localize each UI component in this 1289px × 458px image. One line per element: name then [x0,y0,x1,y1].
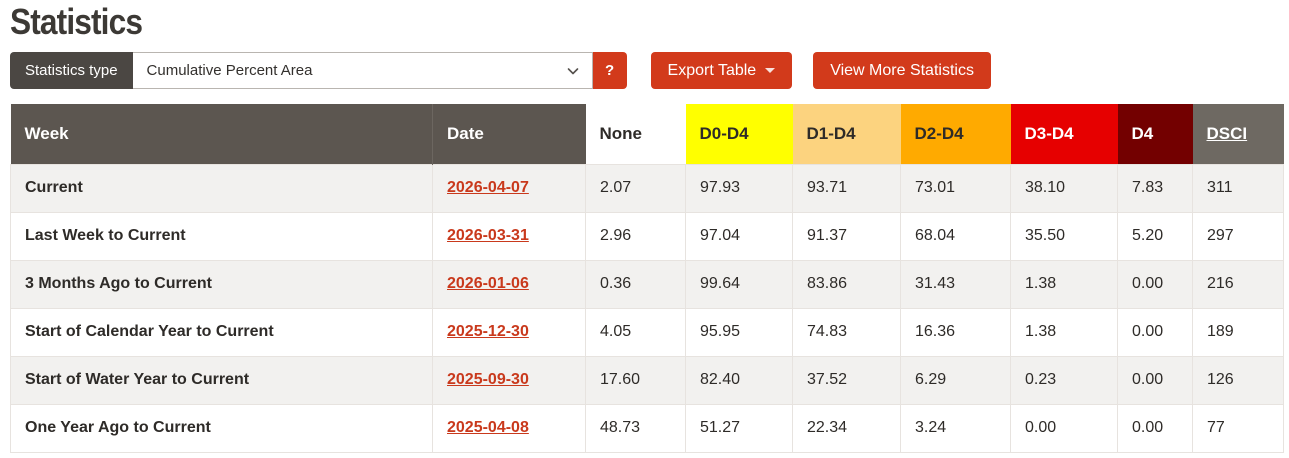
week-cell: Start of Calendar Year to Current [10,307,433,357]
column-header-d4: D4 [1117,104,1193,164]
dsci-value-cell: 189 [1192,307,1284,357]
d3-value-cell: 35.50 [1010,211,1118,261]
dsci-value-cell: 216 [1192,259,1284,309]
none-value-cell: 17.60 [585,355,686,405]
week-cell: Last Week to Current [10,211,433,261]
column-header-date: Date [432,104,586,164]
date-link[interactable]: 2026-03-31 [447,227,529,244]
column-header-week: Week [10,104,433,164]
none-value-cell: 48.73 [585,403,686,453]
table-row: Start of Calendar Year to Current 2025-12… [10,307,1284,357]
dsci-value-cell: 77 [1192,403,1284,453]
table-row: 3 Months Ago to Current 2026-01-06 0.36 99.… [10,259,1284,309]
statistics-type-select[interactable]: Cumulative Percent Area [132,52,593,89]
d4-value-cell: 5.20 [1117,211,1193,261]
d2-value-cell: 31.43 [900,259,1011,309]
week-cell: Start of Water Year to Current [10,355,433,405]
d0-value-cell: 51.27 [685,403,793,453]
table-row: Current 2026-04-07 2.07 97.93 93.71 73.01 38.1… [10,163,1284,213]
dsci-header-link[interactable]: DSCI [1207,124,1248,143]
d2-value-cell: 73.01 [900,163,1011,213]
statistics-table: Week Date None D0-D4 D1-D4 D2-D4 D3-D4 D4 DSCI C… [10,104,1284,453]
none-value-cell: 2.96 [585,211,686,261]
d1-value-cell: 37.52 [792,355,901,405]
date-cell: 2026-04-07 [432,163,586,213]
week-cell: 3 Months Ago to Current [10,259,433,309]
date-cell: 2025-12-30 [432,307,586,357]
page-title: Statistics [10,1,143,42]
d2-value-cell: 6.29 [900,355,1011,405]
d1-value-cell: 83.86 [792,259,901,309]
table-row: One Year Ago to Current 2025-04-08 48.73 51… [10,403,1284,453]
statistics-type-selected-value: Cumulative Percent Area [146,62,313,79]
d3-value-cell: 0.00 [1010,403,1118,453]
help-button[interactable]: ? [592,52,627,89]
date-cell: 2025-04-08 [432,403,586,453]
week-cell: One Year Ago to Current [10,403,433,453]
date-link[interactable]: 2026-04-07 [447,179,529,196]
table-header-row: Week Date None D0-D4 D1-D4 D2-D4 D3-D4 D4 DSCI [10,104,1284,164]
none-value-cell: 2.07 [585,163,686,213]
date-link[interactable]: 2025-12-30 [447,323,529,340]
date-link[interactable]: 2025-04-08 [447,419,529,436]
date-link[interactable]: 2026-01-06 [447,275,529,292]
dsci-value-cell: 311 [1192,163,1284,213]
dsci-value-cell: 126 [1192,355,1284,405]
d1-value-cell: 93.71 [792,163,901,213]
chevron-down-icon [566,64,580,78]
export-table-button[interactable]: Export Table [650,52,793,89]
d1-value-cell: 91.37 [792,211,901,261]
date-cell: 2026-01-06 [432,259,586,309]
week-cell: Current [10,163,433,213]
d3-value-cell: 0.23 [1010,355,1118,405]
d4-value-cell: 0.00 [1117,307,1193,357]
table-row: Start of Water Year to Current 2025-09-30… [10,355,1284,405]
d2-value-cell: 3.24 [900,403,1011,453]
date-cell: 2026-03-31 [432,211,586,261]
d4-value-cell: 0.00 [1117,355,1193,405]
d4-value-cell: 7.83 [1117,163,1193,213]
caret-down-icon [765,68,776,73]
date-cell: 2025-09-30 [432,355,586,405]
column-header-d1: D1-D4 [792,104,901,164]
d4-value-cell: 0.00 [1117,403,1193,453]
d3-value-cell: 1.38 [1010,307,1118,357]
column-header-d0: D0-D4 [685,104,793,164]
d1-value-cell: 22.34 [792,403,901,453]
statistics-type-group: Statistics type Cumulative Percent Area … [10,52,627,89]
d4-value-cell: 0.00 [1117,259,1193,309]
none-value-cell: 0.36 [585,259,686,309]
d0-value-cell: 97.04 [685,211,793,261]
view-more-statistics-button[interactable]: View More Statistics [813,52,991,89]
d0-value-cell: 95.95 [685,307,793,357]
column-header-d3: D3-D4 [1010,104,1118,164]
dsci-value-cell: 297 [1192,211,1284,261]
column-header-none: None [585,104,686,164]
d0-value-cell: 82.40 [685,355,793,405]
statistics-type-label: Statistics type [10,52,133,89]
statistics-table-body: Current 2026-04-07 2.07 97.93 93.71 73.01 38.1… [10,163,1284,453]
d3-value-cell: 1.38 [1010,259,1118,309]
d0-value-cell: 97.93 [685,163,793,213]
table-row: Last Week to Current 2026-03-31 2.96 97.04 9… [10,211,1284,261]
export-table-label: Export Table [667,61,757,79]
d1-value-cell: 74.83 [792,307,901,357]
view-more-statistics-label: View More Statistics [830,61,974,79]
d2-value-cell: 68.04 [900,211,1011,261]
toolbar: Statistics type Cumulative Percent Area … [10,52,1281,89]
d0-value-cell: 99.64 [685,259,793,309]
d2-value-cell: 16.36 [900,307,1011,357]
column-header-d2: D2-D4 [900,104,1011,164]
d3-value-cell: 38.10 [1010,163,1118,213]
date-link[interactable]: 2025-09-30 [447,371,529,388]
none-value-cell: 4.05 [585,307,686,357]
column-header-dsci[interactable]: DSCI [1192,104,1284,164]
